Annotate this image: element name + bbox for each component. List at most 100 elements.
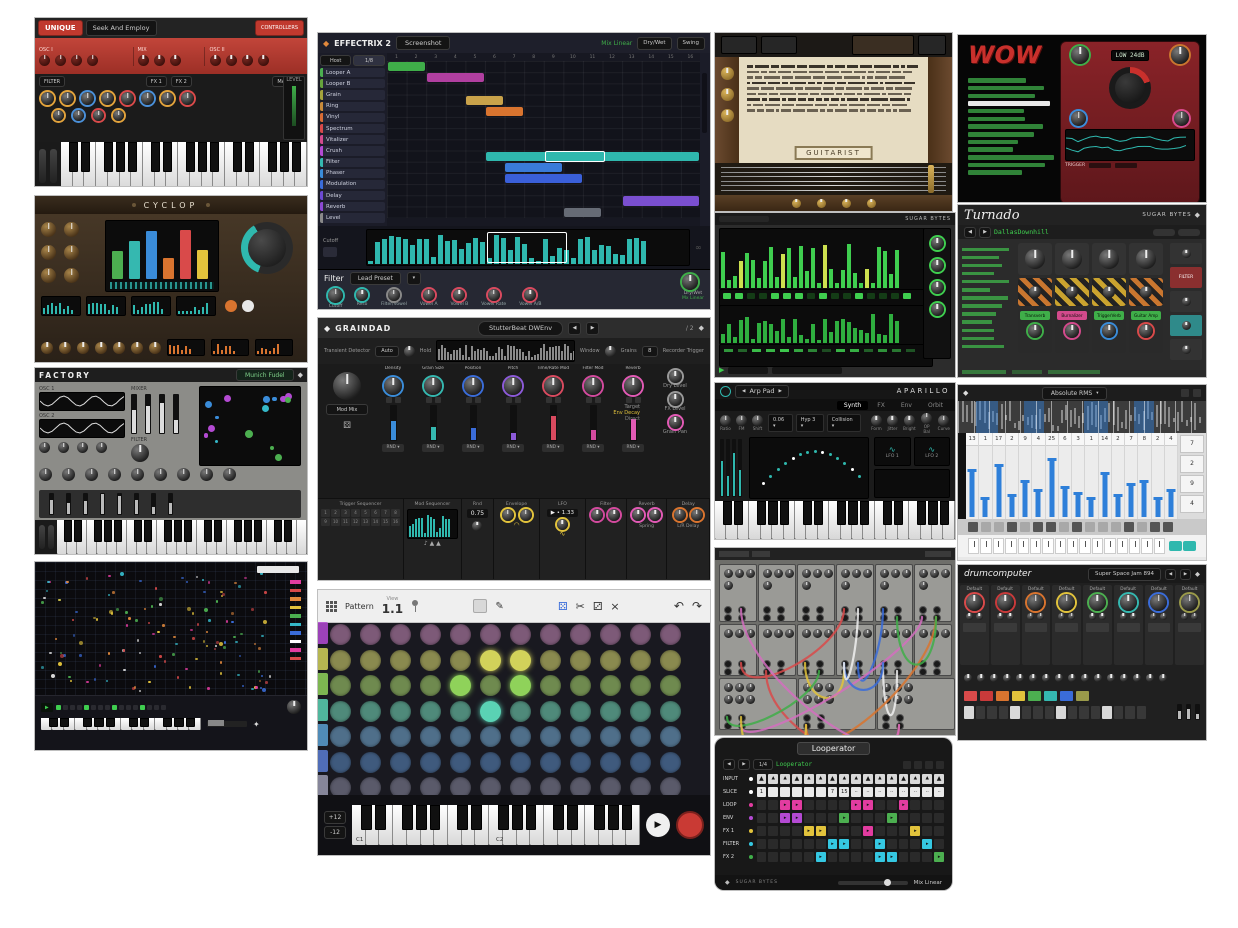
arp-dot[interactable] xyxy=(806,451,809,454)
slice-cell[interactable]: ▲ xyxy=(887,774,897,784)
cyclop-knob[interactable] xyxy=(41,245,56,260)
slice-cell[interactable]: ▸ xyxy=(875,839,885,849)
tick-cell[interactable] xyxy=(1092,538,1103,554)
note-dot[interactable] xyxy=(269,675,272,678)
matrix-dot[interactable] xyxy=(204,433,208,437)
pattern-cell[interactable] xyxy=(630,675,651,696)
randomize-dice-icon[interactable]: ⚄ xyxy=(558,600,568,613)
mixer-fader[interactable] xyxy=(145,394,151,434)
slice-cell[interactable] xyxy=(804,813,814,823)
trigger-option[interactable] xyxy=(1089,163,1111,168)
note-dot[interactable] xyxy=(99,664,102,667)
slice-cell[interactable] xyxy=(828,826,838,836)
channel-pad[interactable] xyxy=(1117,623,1140,632)
note-dot[interactable] xyxy=(254,643,257,646)
value-box[interactable]: Hyp 3 ▾ xyxy=(796,414,824,432)
play-button[interactable]: ▶ xyxy=(646,813,670,837)
slice-cell[interactable] xyxy=(863,839,873,849)
tab-env[interactable]: Env xyxy=(894,401,919,410)
cyclop-knob[interactable] xyxy=(149,342,161,354)
trigger-step[interactable]: 15 xyxy=(381,518,390,526)
note-dot[interactable] xyxy=(123,669,126,672)
note-dot[interactable] xyxy=(190,629,193,632)
pattern-cell[interactable] xyxy=(420,701,441,722)
pattern-cell[interactable] xyxy=(450,726,471,747)
synth-knob[interactable] xyxy=(887,415,898,426)
trigger-step[interactable]: 1 xyxy=(321,509,330,517)
slice-cell[interactable]: ▸ xyxy=(792,800,802,810)
gate-step[interactable] xyxy=(807,293,815,299)
cyclops-wheel[interactable] xyxy=(241,222,293,274)
piano-key-black[interactable] xyxy=(803,501,812,525)
note-dot[interactable] xyxy=(185,668,188,671)
mod-slider[interactable] xyxy=(470,405,477,441)
octave-up-button[interactable]: +12 xyxy=(324,811,346,824)
pattern-cell[interactable] xyxy=(570,675,591,696)
length-button[interactable] xyxy=(925,761,933,769)
brass-knob[interactable] xyxy=(721,67,734,80)
group-button[interactable] xyxy=(980,691,993,701)
step-number[interactable]: 17 xyxy=(993,433,1005,446)
note-dot[interactable] xyxy=(126,624,129,627)
note-dot[interactable] xyxy=(237,674,240,677)
slice-cell[interactable] xyxy=(804,800,814,810)
piano-key-black[interactable] xyxy=(375,805,386,830)
pattern-cell[interactable] xyxy=(390,752,411,773)
piano-key-black[interactable] xyxy=(204,520,212,542)
piano-key-black[interactable] xyxy=(894,501,903,525)
slice-cell[interactable] xyxy=(816,813,826,823)
slice-cell[interactable] xyxy=(757,852,767,862)
mute-step[interactable] xyxy=(1072,522,1082,532)
effect-row-label[interactable]: Spectrum xyxy=(320,124,385,133)
note-dot[interactable] xyxy=(162,624,165,627)
note-field[interactable] xyxy=(35,562,307,702)
seq-led[interactable] xyxy=(105,705,110,710)
note-dot[interactable] xyxy=(192,612,195,615)
note-dot[interactable] xyxy=(258,670,261,673)
step-slider[interactable] xyxy=(1009,497,1014,517)
row-tab[interactable] xyxy=(318,750,328,772)
channel-knob[interactable] xyxy=(1058,594,1075,611)
arp-dot[interactable] xyxy=(769,475,772,478)
piano-key-black[interactable] xyxy=(860,501,869,525)
note-dot[interactable] xyxy=(58,662,62,666)
note-dot[interactable] xyxy=(73,634,76,637)
mute-step[interactable] xyxy=(1163,522,1173,532)
channel-pad[interactable] xyxy=(1025,623,1048,632)
aux-step[interactable]: 4 xyxy=(1180,495,1204,513)
note-dot[interactable] xyxy=(96,618,99,621)
synth-knob[interactable] xyxy=(904,415,915,426)
tick-cell[interactable] xyxy=(968,538,979,554)
piano-key-black[interactable] xyxy=(848,501,857,525)
matrix-dot[interactable] xyxy=(215,416,218,419)
pattern-cell[interactable] xyxy=(450,675,471,696)
pattern-cell[interactable] xyxy=(450,650,471,671)
piano-key-black[interactable] xyxy=(254,520,262,542)
hand-tool-icon[interactable] xyxy=(473,599,487,613)
seq-led[interactable] xyxy=(77,705,82,710)
cyclop-knob[interactable] xyxy=(41,342,53,354)
osc-knob[interactable] xyxy=(154,55,165,66)
effect-row-label[interactable]: Phaser xyxy=(320,169,385,178)
pattern-cell[interactable] xyxy=(600,701,621,722)
note-dot[interactable] xyxy=(231,612,234,615)
effect-list[interactable] xyxy=(962,243,1014,353)
piano-key-black[interactable] xyxy=(883,501,892,525)
piano-key-black[interactable] xyxy=(234,520,242,542)
pattern-cell[interactable] xyxy=(420,650,441,671)
channel-pad[interactable] xyxy=(1148,623,1171,632)
mini-display[interactable] xyxy=(176,296,216,316)
action-button[interactable] xyxy=(242,300,254,312)
tuner-knob[interactable] xyxy=(867,199,876,208)
step-block[interactable] xyxy=(486,107,523,116)
note-dot[interactable] xyxy=(255,686,258,689)
step-slider[interactable] xyxy=(1023,483,1028,517)
slice-cell[interactable]: ▲ xyxy=(910,774,920,784)
trigger-step[interactable]: 10 xyxy=(331,518,340,526)
mod-step[interactable] xyxy=(864,349,873,352)
arp-dot[interactable] xyxy=(792,457,795,460)
pattern-cell[interactable] xyxy=(480,675,501,696)
mod-knob[interactable] xyxy=(177,468,190,481)
note-dot[interactable] xyxy=(63,654,66,657)
tick-cell[interactable] xyxy=(1117,538,1128,554)
